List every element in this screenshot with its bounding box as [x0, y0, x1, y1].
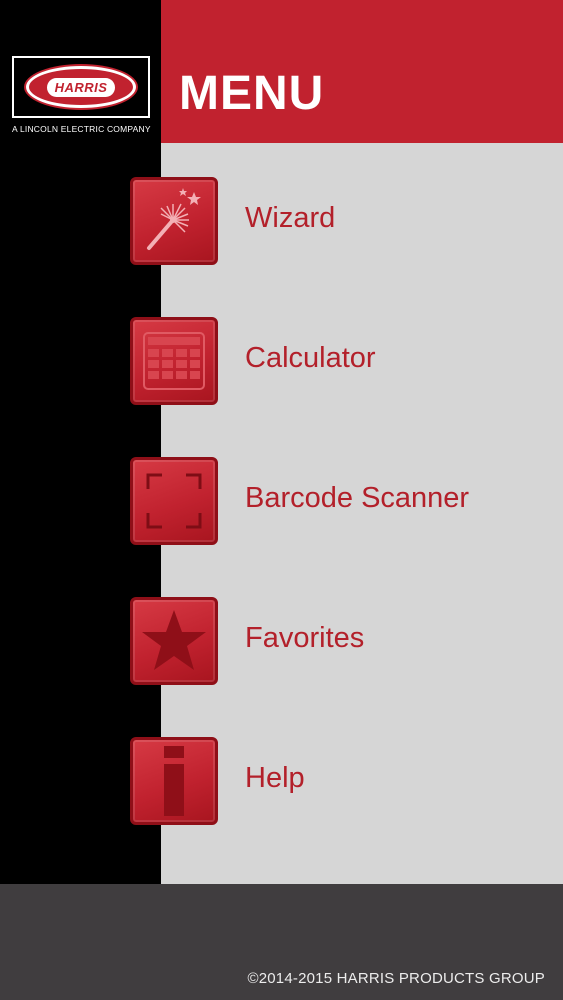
menu-item-label[interactable]: Calculator: [245, 341, 376, 376]
header-bar: MENU: [161, 0, 563, 143]
menu-item-label[interactable]: Help: [245, 761, 305, 796]
menu-item-label[interactable]: Barcode Scanner: [245, 481, 469, 516]
logo-brand-text: HARRIS: [46, 77, 116, 97]
star-icon[interactable]: [130, 597, 218, 685]
menu-item-calculator[interactable]: Calculator: [130, 317, 550, 405]
info-icon[interactable]: [130, 737, 218, 825]
page-title: MENU: [179, 67, 325, 120]
logo-oval: HARRIS: [26, 66, 136, 108]
menu-item-wizard[interactable]: Wizard: [130, 177, 550, 265]
magic-wand-icon[interactable]: [130, 177, 218, 265]
menu-item-help[interactable]: Help: [130, 737, 550, 825]
barcode-frame-icon[interactable]: [130, 457, 218, 545]
menu-item-favorites[interactable]: Favorites: [130, 597, 550, 685]
harris-logo: HARRIS: [12, 56, 150, 118]
copyright-text: ©2014-2015 HARRIS PRODUCTS GROUP: [247, 970, 545, 987]
footer-bar: ©2014-2015 HARRIS PRODUCTS GROUP: [0, 884, 563, 1000]
logo-tagline: A LINCOLN ELECTRIC COMPANY: [12, 124, 151, 134]
calculator-icon[interactable]: [130, 317, 218, 405]
menu-item-barcode-scanner[interactable]: Barcode Scanner: [130, 457, 550, 545]
menu-item-label[interactable]: Favorites: [245, 621, 364, 656]
menu-item-label[interactable]: Wizard: [245, 201, 335, 236]
